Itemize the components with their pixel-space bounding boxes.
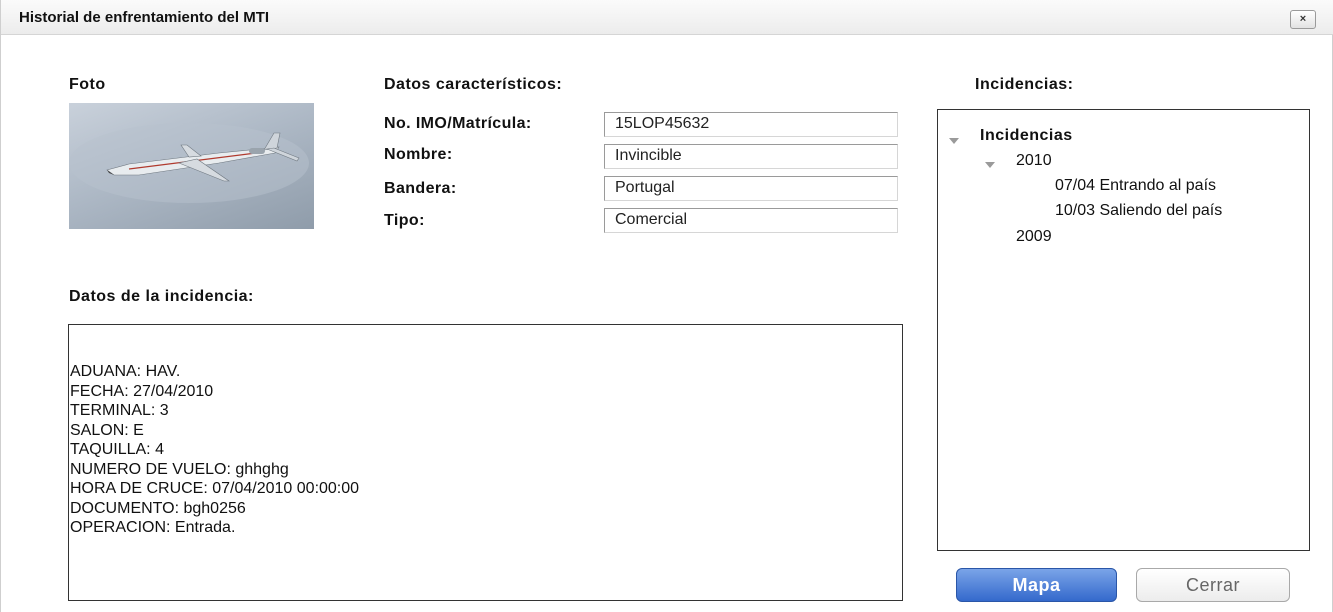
incidencias-tree[interactable]: Incidencias 2010 07/04 Entrando al país … — [937, 109, 1310, 551]
tree-node-2010[interactable]: 2010 — [1016, 152, 1052, 170]
imo-field[interactable]: 15LOP45632 — [604, 112, 898, 137]
incidencia-line: ADUANA: HAV. — [70, 363, 181, 380]
tipo-field[interactable]: Comercial — [604, 208, 898, 233]
nombre-label: Nombre: — [384, 146, 453, 163]
incidencia-line: OPERACION: Entrada. — [70, 519, 236, 536]
incidencia-line: TAQUILLA: 4 — [70, 441, 164, 458]
bandera-label: Bandera: — [384, 180, 457, 197]
photo-label: Foto — [69, 76, 106, 93]
tree-leaf-entry[interactable]: 07/04 Entrando al país — [1055, 177, 1216, 195]
imo-label: No. IMO/Matrícula: — [384, 115, 532, 132]
datos-caracteristicos-heading: Datos característicos: — [384, 76, 563, 93]
datos-incidencia-heading: Datos de la incidencia: — [69, 288, 254, 305]
tipo-label: Tipo: — [384, 212, 425, 229]
tree-leaf-entry[interactable]: 10/03 Saliendo del país — [1055, 202, 1222, 220]
incidencia-details-box[interactable]: ADUANA: HAV. FECHA: 27/04/2010 TERMINAL:… — [68, 324, 903, 601]
tree-node-2009[interactable]: 2009 — [1016, 228, 1052, 246]
tree-root-incidencias[interactable]: Incidencias — [980, 127, 1073, 145]
incidencias-heading: Incidencias: — [975, 76, 1074, 93]
nombre-field[interactable]: Invincible — [604, 144, 898, 169]
incidencia-line: SALON: E — [70, 421, 144, 439]
tree-expand-arrow-icon[interactable] — [949, 138, 959, 144]
airplane-photo — [69, 103, 314, 229]
incidencia-line: DOCUMENTO: bgh0256 — [70, 499, 246, 517]
airplane-icon — [69, 123, 309, 203]
incidencia-line: FECHA: 27/04/2010 — [70, 382, 214, 400]
title-bar: Historial de enfrentamiento del MTI × — [1, 0, 1333, 35]
mapa-button[interactable]: Mapa — [956, 568, 1117, 602]
close-button[interactable]: × — [1290, 10, 1316, 29]
bandera-field[interactable]: Portugal — [604, 176, 898, 201]
incidencia-line: TERMINAL: 3 — [70, 402, 169, 419]
tree-expand-arrow-icon[interactable] — [985, 162, 995, 168]
dialog-window: Historial de enfrentamiento del MTI × Fo… — [0, 0, 1333, 612]
close-icon: × — [1299, 13, 1307, 25]
window-title: Historial de enfrentamiento del MTI — [19, 9, 270, 26]
cerrar-button[interactable]: Cerrar — [1136, 568, 1290, 602]
incidencia-line: NUMERO DE VUELO: ghhghg — [70, 460, 289, 478]
incidencia-line: HORA DE CRUCE: 07/04/2010 00:00:00 — [70, 480, 360, 497]
